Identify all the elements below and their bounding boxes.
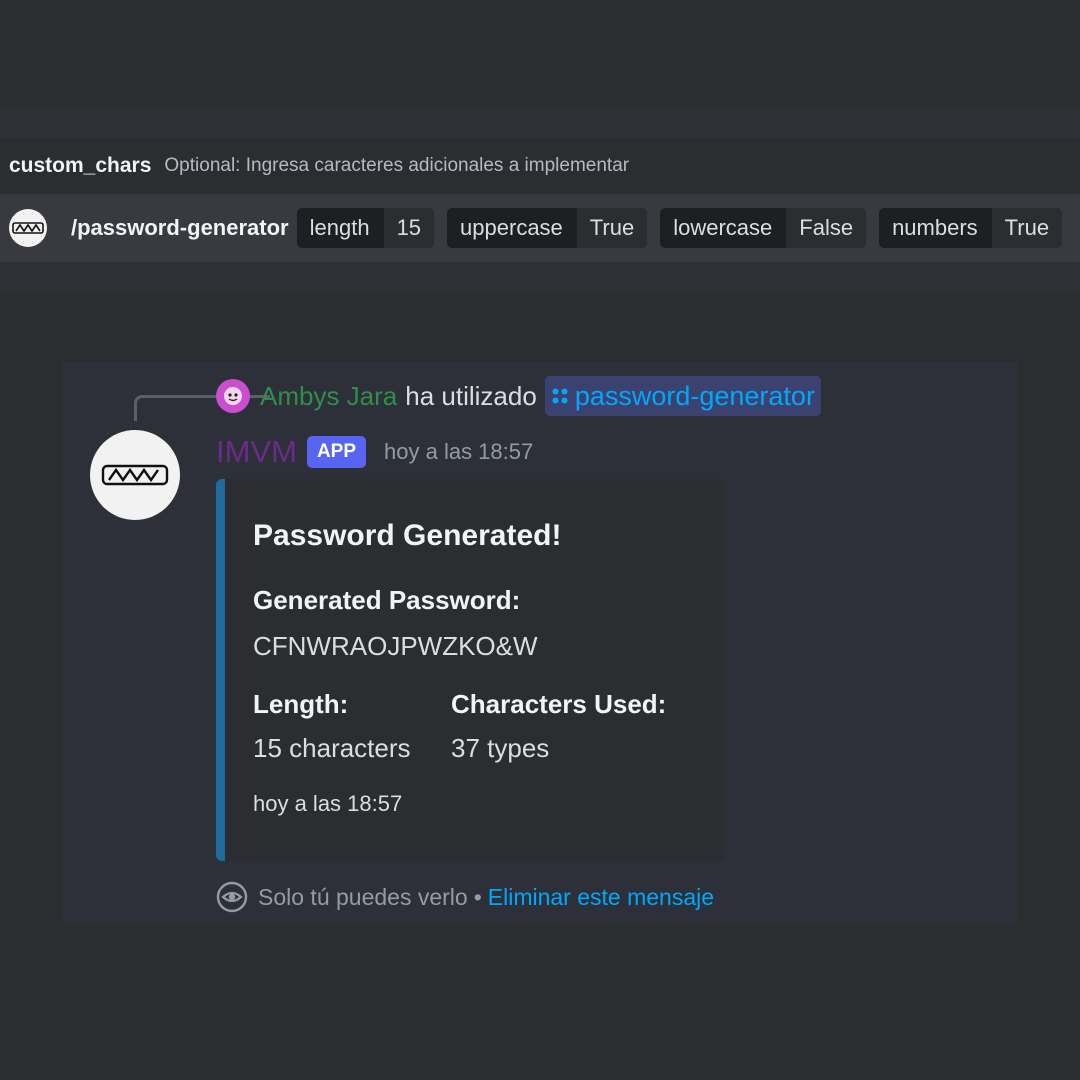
embed-title: Password Generated! bbox=[253, 519, 562, 552]
command-name: /password-generator bbox=[71, 215, 289, 240]
option-value[interactable]: False bbox=[785, 208, 867, 248]
field-length-value: 15 characters bbox=[253, 733, 411, 763]
field-chars-value: 37 types bbox=[451, 733, 550, 763]
author-name[interactable]: IMVM bbox=[216, 434, 297, 470]
user-avatar-icon bbox=[224, 387, 242, 405]
apps-icon bbox=[552, 388, 568, 404]
option-hint: custom_chars Optional: Ingresa caractere… bbox=[0, 138, 1080, 194]
option-key: length bbox=[309, 215, 370, 240]
reply-avatar[interactable] bbox=[216, 379, 250, 413]
field-chars-name: Characters Used: bbox=[451, 689, 667, 719]
command-input-bar[interactable]: /password-generator length 15 uppercase … bbox=[0, 194, 1080, 262]
option-value[interactable]: True bbox=[990, 208, 1063, 248]
option-key: uppercase bbox=[460, 215, 563, 240]
command-mention[interactable]: password-generator bbox=[544, 376, 821, 416]
reply-username[interactable]: Ambys Jara bbox=[260, 381, 397, 412]
author-avatar[interactable] bbox=[90, 430, 180, 520]
option-pill-lowercase[interactable]: lowercase False bbox=[660, 208, 867, 248]
option-value[interactable]: 15 bbox=[382, 208, 435, 248]
ephemeral-text: Solo tú puedes verlo bbox=[258, 883, 468, 910]
imvm-logo-icon bbox=[101, 464, 169, 486]
command-reply-context[interactable]: Ambys Jara ha utilizado password-generat… bbox=[216, 376, 821, 416]
bot-message: Ambys Jara ha utilizado password-generat… bbox=[62, 362, 1018, 924]
message-header: IMVM APP hoy a las 18:57 bbox=[216, 430, 533, 474]
option-pill-length[interactable]: length 15 bbox=[296, 208, 435, 248]
option-value[interactable]: True bbox=[575, 208, 648, 248]
field-password-value: CFNWRAOJPWZKO&W bbox=[253, 631, 538, 661]
option-hint-name: custom_chars bbox=[9, 154, 152, 177]
divider-band bbox=[0, 262, 1080, 292]
option-hint-description: Optional: Ingresa caracteres adicionales… bbox=[164, 155, 630, 176]
app-badge: APP bbox=[306, 436, 367, 468]
divider-band bbox=[0, 108, 1080, 138]
delete-message-link[interactable]: Eliminar este mensaje bbox=[488, 884, 714, 911]
field-length-name: Length: bbox=[253, 689, 349, 719]
option-key: numbers bbox=[892, 215, 978, 240]
message-timestamp: hoy a las 18:57 bbox=[384, 439, 534, 464]
imvm-logo-icon bbox=[12, 222, 44, 234]
embed-footer: hoy a las 18:57 bbox=[253, 791, 403, 816]
reply-text: ha utilizado bbox=[405, 380, 537, 411]
field-password-name: Generated Password: bbox=[253, 585, 521, 615]
eye-icon bbox=[216, 881, 248, 913]
option-pill-numbers[interactable]: numbers True bbox=[879, 208, 1063, 248]
ephemeral-separator: • bbox=[473, 883, 482, 910]
embed-card: Password Generated! Generated Password: … bbox=[216, 479, 724, 861]
top-area bbox=[0, 0, 1080, 108]
ephemeral-notice: Solo tú puedes verlo • Eliminar este men… bbox=[216, 879, 714, 915]
option-pill-uppercase[interactable]: uppercase True bbox=[447, 208, 648, 248]
option-key: lowercase bbox=[673, 215, 773, 240]
bot-avatar-small bbox=[9, 209, 47, 247]
command-mention-label: password-generator bbox=[574, 380, 815, 411]
